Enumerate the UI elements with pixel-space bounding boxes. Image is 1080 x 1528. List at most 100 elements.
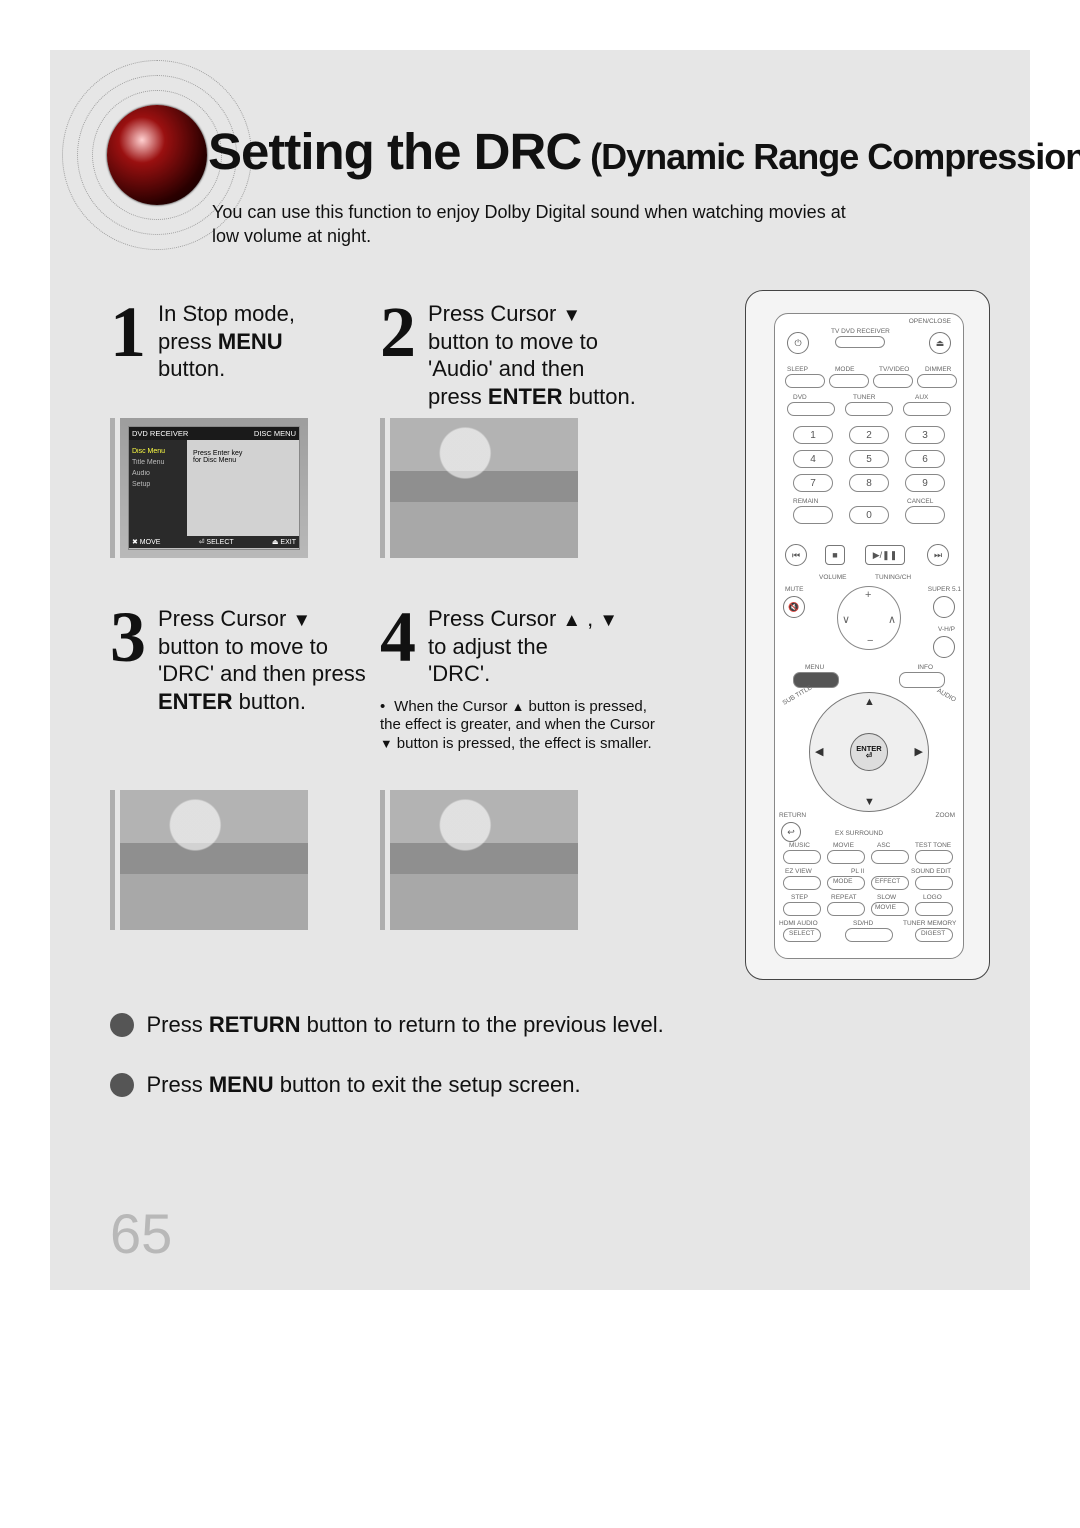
mute-button[interactable]: 🔇 [783, 596, 805, 618]
osd-side-item: Disc Menu [132, 448, 184, 455]
remain-button[interactable] [793, 506, 833, 524]
play-pause-button[interactable]: ▶/❚❚ [865, 545, 905, 565]
osd-title-right: DISC MENU [254, 429, 296, 438]
ezview-button[interactable] [783, 876, 821, 890]
step-number: 1 [110, 296, 146, 368]
step-number: 3 [110, 601, 146, 673]
volume-tuning-pad[interactable]: + − ∨ ∧ [837, 586, 901, 650]
music-button[interactable] [783, 850, 821, 864]
label-step: STEP [791, 894, 808, 901]
page-number: 65 [110, 1201, 172, 1266]
label-cancel: CANCEL [907, 498, 933, 505]
osd-sidebar: Disc Menu Title Menu Audio Setup [129, 440, 187, 536]
label-info: INFO [917, 664, 933, 671]
tuner-button[interactable] [845, 402, 893, 416]
tv-receiver-switch[interactable] [835, 336, 885, 348]
num-3[interactable]: 3 [905, 426, 945, 444]
label-sdhd: SD/HD [853, 920, 873, 927]
num-7[interactable]: 7 [793, 474, 833, 492]
super51-button[interactable] [933, 596, 955, 618]
power-icon: ⏻ [794, 338, 801, 349]
cursor-down-icon: ▼ [864, 796, 875, 808]
title-main: Setting the DRC [208, 123, 581, 180]
mode-button[interactable] [829, 374, 869, 388]
label-open-close: OPEN/CLOSE [909, 318, 951, 325]
repeat-button[interactable] [827, 902, 865, 916]
dimmer-button[interactable] [917, 374, 957, 388]
screenshot-4 [380, 790, 578, 930]
intro-text: You can use this function to enjoy Dolby… [212, 200, 862, 249]
screenshot-1: DVD RECEIVER DISC MENU Disc Menu Title M… [110, 418, 308, 558]
osd-side-item: Audio [132, 470, 184, 477]
power-button[interactable]: ⏻ [787, 332, 809, 354]
label-logo: LOGO [923, 894, 942, 901]
cancel-button[interactable] [905, 506, 945, 524]
osd-title-left: DVD RECEIVER [132, 429, 188, 438]
testtone-button[interactable] [915, 850, 953, 864]
label-hdmiaudio: HDMI AUDIO [779, 920, 818, 927]
prev-button[interactable]: ⏮ [785, 544, 807, 566]
osd-side-item: Title Menu [132, 459, 184, 466]
asc-button[interactable] [871, 850, 909, 864]
label-select: SELECT [789, 930, 814, 937]
num-4[interactable]: 4 [793, 450, 833, 468]
play-icon: ▶/❚❚ [873, 550, 898, 561]
label-slow-movie: MOVIE [875, 904, 896, 911]
enter-button[interactable]: ENTER ⏎ [850, 733, 888, 771]
cursor-down-icon: ▼ [562, 304, 581, 325]
step-text: Press Cursor ▼ button to move to 'Audio'… [428, 300, 660, 410]
num-2[interactable]: 2 [849, 426, 889, 444]
step-text: Press Cursor ▼ button to move to 'DRC' a… [158, 605, 390, 715]
label-plii: PL II [851, 868, 864, 875]
label-super51: SUPER 5.1 [928, 586, 961, 593]
label-vhp: V-H/P [938, 626, 955, 633]
screenshot-2 [380, 418, 578, 558]
num-5[interactable]: 5 [849, 450, 889, 468]
sleep-button[interactable] [785, 374, 825, 388]
osd-side-item: Setup [132, 481, 184, 488]
label-asc: ASC [877, 842, 890, 849]
cursor-up-icon: ▲ [512, 699, 525, 714]
return-button[interactable]: ↩ [781, 822, 801, 842]
cursor-down-icon: ▼ [599, 609, 618, 630]
label-plii-effect: EFFECT [875, 878, 900, 885]
note-menu: Press MENU button to exit the setup scre… [110, 1072, 581, 1098]
dpad[interactable]: ▲ ▼ ◀ ▶ ENTER ⏎ [809, 692, 929, 812]
label-tuning: TUNING/CH [875, 574, 911, 581]
movie-button[interactable] [827, 850, 865, 864]
label-tuner: TUNER [853, 394, 875, 401]
tvvideo-button[interactable] [873, 374, 913, 388]
label-mode: MODE [835, 366, 855, 373]
info-button[interactable] [899, 672, 945, 688]
soundedit-button[interactable] [915, 876, 953, 890]
sdhd-button[interactable] [845, 928, 893, 942]
aux-button[interactable] [903, 402, 951, 416]
vhp-button[interactable] [933, 636, 955, 658]
num-8[interactable]: 8 [849, 474, 889, 492]
num-6[interactable]: 6 [905, 450, 945, 468]
label-plii-mode: MODE [833, 878, 853, 885]
menu-button[interactable] [793, 672, 839, 688]
label-sleep: SLEEP [787, 366, 808, 373]
num-0[interactable]: 0 [849, 506, 889, 524]
bullet-icon [110, 1073, 134, 1097]
label-aux: AUX [915, 394, 928, 401]
bullet-icon [110, 1013, 134, 1037]
step-number: 4 [380, 601, 416, 673]
label-tvvideo: TV/VIDEO [879, 366, 909, 373]
page-title: Setting the DRC (Dynamic Range Compressi… [208, 122, 1080, 181]
stop-button[interactable]: ■ [825, 545, 845, 565]
num-9[interactable]: 9 [905, 474, 945, 492]
num-1[interactable]: 1 [793, 426, 833, 444]
open-close-button[interactable]: ⏏ [929, 332, 951, 354]
dvd-button[interactable] [787, 402, 835, 416]
label-digest: DIGEST [921, 930, 945, 937]
step-1: 1 In Stop mode, press MENU button. [110, 300, 370, 383]
note-return: Press RETURN button to return to the pre… [110, 1012, 664, 1038]
logo-button[interactable] [915, 902, 953, 916]
step-button[interactable] [783, 902, 821, 916]
cursor-up-icon: ▲ [562, 609, 581, 630]
screenshot-3 [110, 790, 308, 930]
next-button[interactable]: ⏭ [927, 544, 949, 566]
label-dvd: DVD [793, 394, 807, 401]
